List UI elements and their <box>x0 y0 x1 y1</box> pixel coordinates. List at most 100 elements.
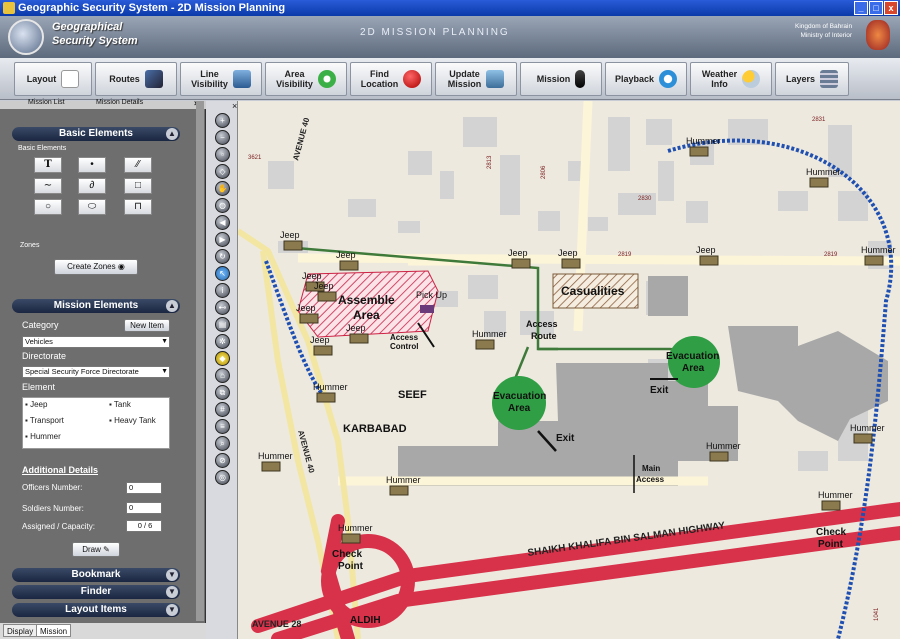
soldiers-input[interactable]: 0 <box>126 502 162 514</box>
element-transport[interactable]: ▪ Transport <box>25 416 64 425</box>
find-location-button[interactable]: Find Location <box>350 62 432 96</box>
forward-arrow-icon[interactable]: ▶ <box>215 232 230 247</box>
map-view[interactable]: SHAIKH KHALIFA BIN SALMAN HIGHWAY AVENUE… <box>238 101 900 639</box>
line-visibility-button[interactable]: Line Visibility <box>180 62 262 96</box>
weather-info-button[interactable]: Weather Info <box>690 62 772 96</box>
officers-input[interactable]: 0 <box>126 482 162 494</box>
zoom-out-icon[interactable]: − <box>215 130 230 145</box>
finder-header[interactable]: Finder ▼ <box>12 585 180 599</box>
vehicle-icon[interactable] <box>341 533 361 544</box>
layout-button[interactable]: Layout <box>14 62 92 96</box>
circle-tool-icon[interactable]: ○ <box>34 199 62 215</box>
vehicle-icon[interactable] <box>317 291 337 302</box>
maximize-button[interactable]: □ <box>869 1 883 15</box>
mission-elements-header[interactable]: Mission Elements ▲ <box>12 299 180 313</box>
display-tab[interactable]: Display <box>3 624 38 637</box>
layers-button[interactable]: Layers <box>775 62 849 96</box>
basic-elements-header[interactable]: Basic Elements ▲ <box>12 127 180 141</box>
zoom-extent-icon[interactable]: ◇ <box>215 164 230 179</box>
vehicle-icon[interactable] <box>313 345 333 356</box>
create-zones-button[interactable]: Create Zones ◉ <box>54 259 138 275</box>
globe-icon[interactable]: ◍ <box>215 198 230 213</box>
vehicle-icon[interactable] <box>689 146 709 157</box>
rectangle-tool-icon[interactable]: □ <box>124 178 152 194</box>
vehicle-icon[interactable] <box>316 392 336 403</box>
vehicle-icon[interactable] <box>389 485 409 496</box>
vehicle-icon[interactable] <box>809 177 829 188</box>
vehicle-icon[interactable] <box>511 258 531 269</box>
vehicle-icon[interactable] <box>475 339 495 350</box>
panel-scrollbar[interactable] <box>196 101 204 621</box>
pan-hand-icon[interactable]: ✋ <box>215 181 230 196</box>
area-visibility-button[interactable]: Area Visibility <box>265 62 347 96</box>
mission-tab[interactable]: Mission <box>36 624 72 637</box>
vehicle-icon[interactable] <box>853 433 873 444</box>
evacuation-area-zone[interactable] <box>668 336 720 388</box>
mission-button[interactable]: Mission <box>520 62 602 96</box>
vehicle-icon[interactable] <box>299 313 319 324</box>
vehicle-icon[interactable] <box>864 255 884 266</box>
strip-close-icon[interactable]: × <box>232 101 237 111</box>
element-tank[interactable]: ▪ Tank <box>109 400 131 409</box>
new-item-button[interactable]: New Item <box>124 319 170 332</box>
pickup-vehicle-icon[interactable] <box>420 305 434 313</box>
vehicle-icon[interactable] <box>283 240 303 251</box>
bookmark-header[interactable]: Bookmark ▼ <box>12 568 180 582</box>
map-canvas[interactable]: SHAIKH KHALIFA BIN SALMAN HIGHWAY AVENUE… <box>238 101 900 639</box>
grid-icon[interactable]: # <box>215 402 230 417</box>
polygon-tool-icon[interactable]: ⊓ <box>124 199 152 215</box>
expand-down-icon[interactable]: ▼ <box>166 604 178 616</box>
text-tool-icon[interactable]: T <box>34 157 62 173</box>
identify-icon[interactable]: i <box>215 283 230 298</box>
element-hummer[interactable]: ▪ Hummer <box>25 432 61 441</box>
mission-list-tab[interactable]: Mission List <box>28 99 65 106</box>
search-icon[interactable]: ⌕ <box>215 436 230 451</box>
clear-icon[interactable]: ⊘ <box>215 453 230 468</box>
ellipse-tool-icon[interactable]: ⬭ <box>78 199 106 215</box>
print-icon[interactable]: ▤ <box>215 317 230 332</box>
update-mission-button[interactable]: Update Mission <box>435 62 517 96</box>
draw-button[interactable]: Draw ✎ <box>72 542 120 557</box>
map-tools-strip: × + − ▫ ◇ ✋ ◍ ◀ ▶ ↻ ↖ i ⊷ ▤ ✲ ◆ ⌂ ⧉ # ≡ … <box>206 101 238 639</box>
layout-items-header[interactable]: Layout Items ▼ <box>12 603 180 617</box>
back-arrow-icon[interactable]: ◀ <box>215 215 230 230</box>
directorate-select[interactable]: Special Security Force Directorate ▼ <box>22 366 170 378</box>
zoom-box-icon[interactable]: ▫ <box>215 147 230 162</box>
mission-details-tab[interactable]: Mission Details <box>96 99 143 106</box>
expand-down-icon[interactable]: ▼ <box>166 569 178 581</box>
element-heavy-tank[interactable]: ▪ Heavy Tank <box>109 416 156 425</box>
routes-button[interactable]: Routes <box>95 62 177 96</box>
vehicle-icon[interactable] <box>821 500 841 511</box>
category-select[interactable]: Vehicles ▼ <box>22 336 170 348</box>
info-icon[interactable]: ◎ <box>215 470 230 485</box>
lock-icon[interactable]: ⌂ <box>215 368 230 383</box>
collapse-up-icon[interactable]: ▲ <box>166 128 178 140</box>
vehicle-icon[interactable] <box>561 258 581 269</box>
refresh-icon[interactable]: ↻ <box>215 249 230 264</box>
copy-icon[interactable]: ⧉ <box>215 385 230 400</box>
minimize-button[interactable]: _ <box>854 1 868 15</box>
measure-icon[interactable]: ⊷ <box>215 300 230 315</box>
select-arrow-icon[interactable]: ↖ <box>215 266 230 281</box>
element-jeep[interactable]: ▪ Jeep <box>25 400 47 409</box>
polyline-tool-icon[interactable]: ⁄⁄ <box>124 157 152 173</box>
playback-button[interactable]: Playback <box>605 62 687 96</box>
zoom-in-icon[interactable]: + <box>215 113 230 128</box>
vehicle-icon[interactable] <box>261 461 281 472</box>
freehand-tool-icon[interactable]: ∂ <box>78 178 106 194</box>
expand-down-icon[interactable]: ▼ <box>166 586 178 598</box>
layers-small-icon[interactable]: ≡ <box>215 419 230 434</box>
curve-tool-icon[interactable]: ∼ <box>34 178 62 194</box>
evacuation-area-label: Area <box>508 403 531 414</box>
settings-icon[interactable]: ✲ <box>215 334 230 349</box>
vehicle-icon[interactable] <box>349 333 369 344</box>
close-button[interactable]: x <box>884 1 898 15</box>
highlight-icon[interactable]: ◆ <box>215 351 230 366</box>
collapse-up-icon[interactable]: ▲ <box>166 300 178 312</box>
point-tool-icon[interactable]: • <box>78 157 106 173</box>
mission-elements-title: Mission Elements <box>53 300 139 311</box>
vehicle-icon[interactable] <box>709 451 729 462</box>
element-label: Element <box>22 382 56 392</box>
vehicle-icon[interactable] <box>339 260 359 271</box>
vehicle-icon[interactable] <box>699 255 719 266</box>
